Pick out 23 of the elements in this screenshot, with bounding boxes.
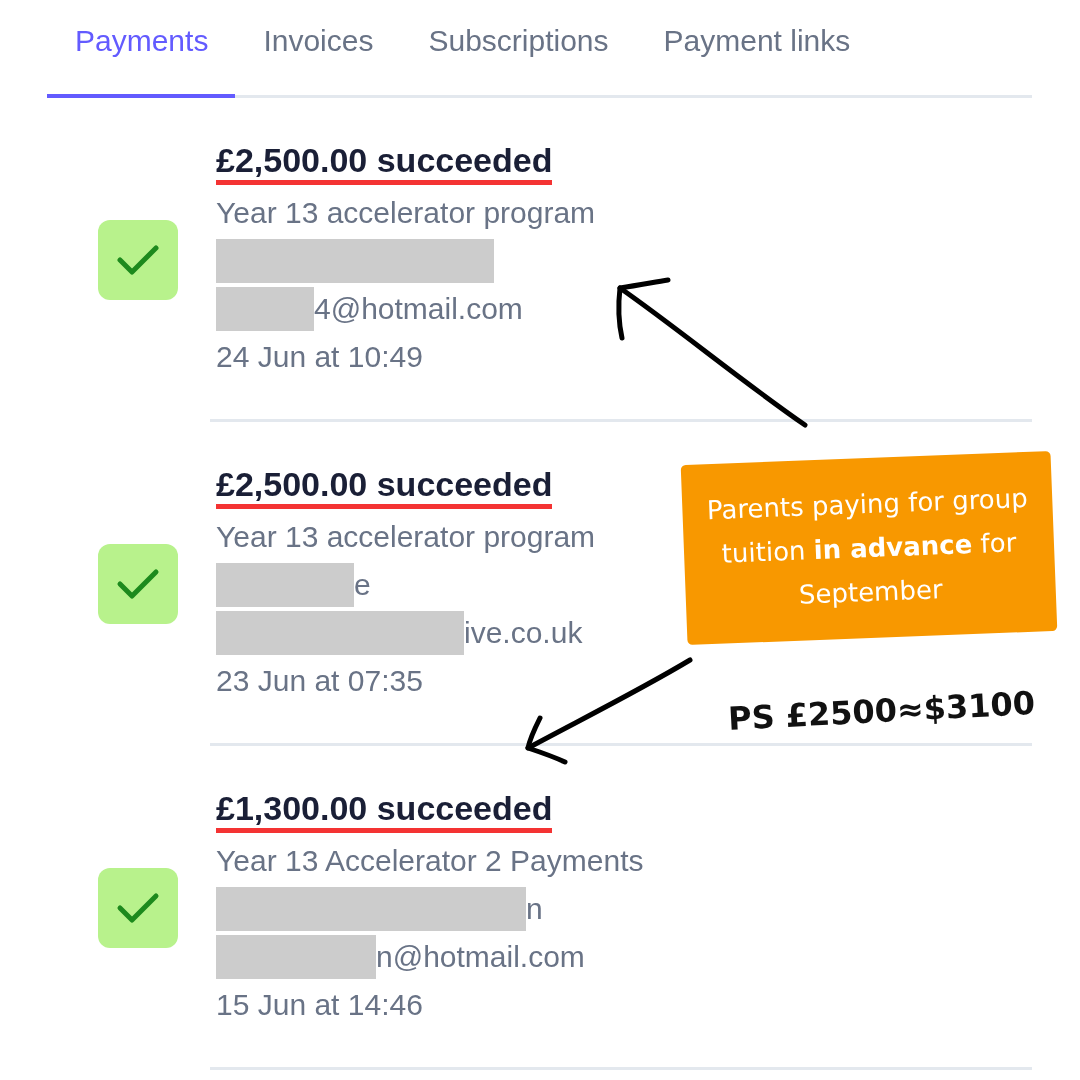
payment-description: Year 13 accelerator program [216, 519, 596, 555]
tab[interactable]: Subscriptions [400, 24, 636, 98]
payment-amount: £2,500.00 succeeded [216, 464, 553, 509]
email-text: ive.co.uk [464, 615, 583, 651]
tab[interactable]: Payment links [635, 24, 878, 98]
payment-description: Year 13 accelerator program [216, 195, 596, 231]
success-check-icon [98, 544, 178, 624]
annotation-note: PS £2500≈$3100 [727, 684, 1036, 738]
payment-amount: £1,300.00 succeeded [216, 788, 553, 833]
success-check-icon [98, 868, 178, 948]
payment-amount: £2,500.00 succeeded [216, 140, 553, 185]
tab[interactable]: Payments [47, 24, 236, 98]
annotation-callout: Parents paying for group tuition in advance for September [680, 450, 1058, 646]
email-text: n@hotmail.com [376, 939, 585, 975]
tab[interactable]: Invoices [235, 24, 401, 98]
payment-description: Year 13 Accelerator 2 Payments [216, 843, 644, 879]
email-text: 4@hotmail.com [314, 291, 523, 327]
customer-name: e [354, 567, 371, 603]
payment-date: 23 Jun at 07:35 [216, 663, 423, 699]
success-check-icon [98, 220, 178, 300]
payment-date: 24 Jun at 10:49 [216, 339, 423, 375]
customer-name: n [526, 891, 543, 927]
payment-date: 15 Jun at 14:46 [216, 987, 423, 1023]
